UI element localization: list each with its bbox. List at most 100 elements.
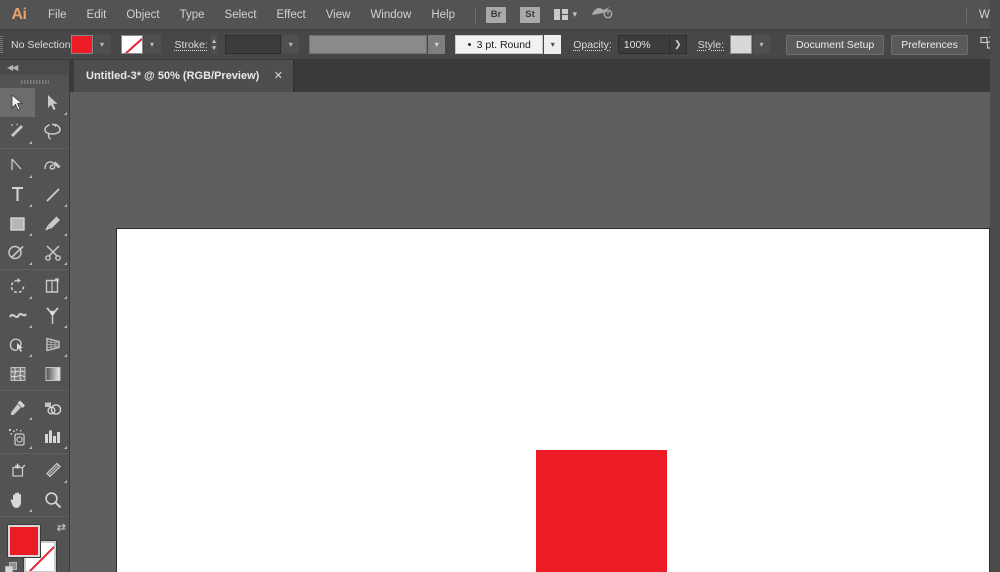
tool-selection[interactable] [0, 88, 35, 117]
tool-symbol-sprayer[interactable] [0, 422, 35, 451]
fill-swatch-group[interactable]: ▾ [70, 35, 111, 54]
red-rectangle[interactable] [536, 450, 667, 572]
menu-window[interactable]: Window [360, 0, 421, 30]
tool-blend[interactable] [35, 393, 69, 422]
canvas-area[interactable] [70, 92, 1000, 572]
menu-help[interactable]: Help [421, 0, 465, 30]
menu-object[interactable]: Object [116, 0, 169, 30]
tool-flyout-indicator [64, 262, 67, 265]
fill-color-swatch[interactable] [70, 35, 93, 54]
tool-rotate[interactable] [0, 272, 35, 301]
menu-select[interactable]: Select [215, 0, 267, 30]
workspace-divider [965, 6, 967, 23]
document-tab[interactable]: Untitled-3* @ 50% (RGB/Preview) ✕ [74, 60, 295, 92]
right-panel-edge [990, 0, 1000, 572]
brush-definition-label: 3 pt. Round [476, 38, 531, 51]
tool-rectangle[interactable] [0, 209, 35, 238]
stroke-swatch-group[interactable]: ▾ [120, 35, 161, 54]
tool-pen[interactable] [0, 151, 35, 180]
tool-width[interactable] [0, 301, 35, 330]
opacity-label: Opacity: [573, 38, 612, 51]
tool-slice[interactable] [35, 456, 69, 485]
tool-free-transform[interactable] [35, 272, 69, 301]
tool-shaper[interactable] [0, 238, 35, 267]
menu-effect[interactable]: Effect [267, 0, 316, 30]
tool-flyout-indicator [29, 175, 32, 178]
fill-stroke-widget: ⇄ [0, 521, 69, 572]
tools-panel-grip[interactable] [0, 75, 69, 88]
tool-eyedropper[interactable] [0, 393, 35, 422]
opacity-field[interactable]: 100% [617, 35, 670, 54]
tool-puppet-warp[interactable] [35, 301, 69, 330]
preferences-button[interactable]: Preferences [891, 34, 968, 55]
tool-artboard[interactable] [0, 456, 35, 485]
graphic-style-dropdown[interactable]: ▾ [753, 35, 771, 54]
arrange-documents-icon [554, 9, 568, 20]
stroke-color-swatch[interactable] [120, 35, 143, 54]
tool-flyout-indicator [64, 204, 67, 207]
tool-direct-selection[interactable] [35, 88, 69, 117]
tool-flyout-indicator [29, 296, 32, 299]
tool-lasso[interactable] [35, 117, 69, 146]
tool-flyout-indicator [29, 509, 32, 512]
stroke-profile-dropdown[interactable]: ▾ [428, 35, 446, 54]
default-fill-stroke-icon[interactable] [5, 562, 18, 572]
brush-definition-field[interactable]: 3 pt. Round [455, 35, 544, 54]
stroke-weight-field[interactable] [225, 35, 282, 54]
document-setup-button[interactable]: Document Setup [786, 34, 885, 55]
tool-perspective-grid[interactable] [35, 330, 69, 359]
tool-type[interactable] [0, 180, 35, 209]
menu-bar: Ai File Edit Object Type Select Effect V… [0, 0, 1000, 30]
tool-flyout-indicator [29, 417, 32, 420]
menu-view[interactable]: View [316, 0, 361, 30]
tool-paintbrush[interactable] [35, 209, 69, 238]
tool-flyout-indicator [29, 325, 32, 328]
tools-divider [0, 453, 69, 454]
tool-gradient[interactable] [35, 359, 69, 388]
stroke-dropdown-arrow[interactable]: ▾ [143, 35, 161, 54]
tools-group-transform [0, 272, 69, 388]
menu-type[interactable]: Type [170, 0, 215, 30]
collapse-panel-button[interactable]: ◀◀ [0, 60, 69, 75]
tool-column-graph[interactable] [35, 422, 69, 451]
stroke-weight-stepper[interactable]: ▲ ▼ [210, 35, 218, 54]
graphic-style-swatch[interactable] [730, 35, 753, 54]
tool-mesh[interactable] [0, 359, 35, 388]
tool-flyout-indicator [64, 112, 67, 115]
fill-indicator[interactable] [8, 525, 40, 557]
tools-group-drawing [0, 151, 69, 267]
document-tab-bar: Untitled-3* @ 50% (RGB/Preview) ✕ [0, 60, 1000, 92]
tool-scissors[interactable] [35, 238, 69, 267]
tools-group-sampling [0, 393, 69, 451]
artboard[interactable] [116, 228, 990, 572]
menu-file[interactable]: File [38, 0, 77, 30]
arrange-documents-button[interactable]: ▾ [554, 9, 577, 20]
tool-flyout-indicator [64, 233, 67, 236]
stroke-weight-dropdown[interactable]: ▾ [282, 35, 300, 54]
tool-zoom[interactable] [35, 485, 69, 514]
tool-line-segment[interactable] [35, 180, 69, 209]
tool-curvature[interactable] [35, 151, 69, 180]
tool-flyout-indicator [64, 354, 67, 357]
tool-flyout-indicator [64, 296, 67, 299]
tool-flyout-indicator [29, 446, 32, 449]
swap-fill-stroke-icon[interactable]: ⇄ [57, 523, 66, 534]
tool-magic-wand[interactable] [0, 117, 35, 146]
tools-group-navigation [0, 456, 69, 514]
tool-flyout-indicator [29, 233, 32, 236]
control-bar-grip[interactable] [0, 30, 3, 60]
tool-hand[interactable] [0, 485, 35, 514]
tool-shape-builder[interactable] [0, 330, 35, 359]
tool-flyout-indicator [29, 204, 32, 207]
opacity-options-button[interactable]: ❯ [669, 35, 687, 54]
fill-dropdown-arrow[interactable]: ▾ [93, 35, 111, 54]
stock-button[interactable]: St [520, 6, 540, 23]
creative-cloud-icon[interactable] [591, 4, 613, 25]
tools-divider [0, 516, 69, 517]
stroke-profile-field[interactable] [309, 35, 428, 54]
bridge-button[interactable]: Br [486, 6, 506, 23]
close-icon[interactable]: ✕ [271, 70, 285, 82]
brush-definition-dropdown[interactable]: ▾ [544, 35, 562, 54]
menu-edit[interactable]: Edit [77, 0, 117, 30]
tool-flyout-indicator [29, 262, 32, 265]
